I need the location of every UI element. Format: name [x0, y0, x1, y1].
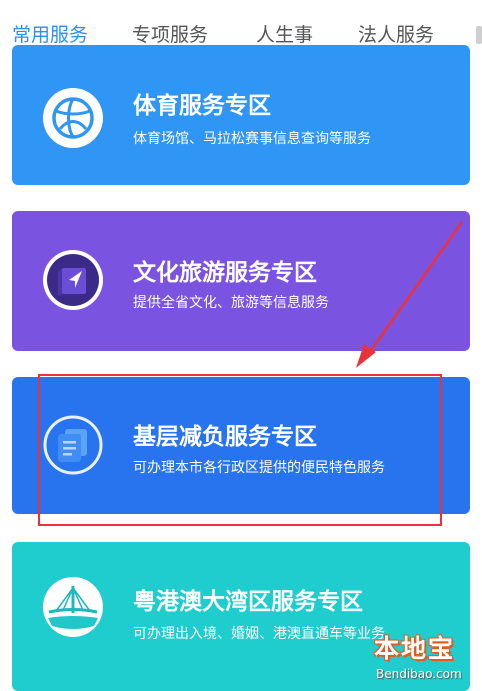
annotation-highlight-box	[38, 374, 442, 526]
service-card-sports[interactable]: 体育服务专区 体育场馆、马拉松赛事信息查询等服务	[12, 45, 470, 185]
basketball-icon	[42, 87, 104, 149]
watermark-logo: 本地宝	[374, 634, 456, 663]
watermark: 本地宝 Bendibao.com	[366, 629, 478, 689]
card-description: 体育场馆、马拉松赛事信息查询等服务	[133, 131, 371, 147]
service-card-culture-tourism[interactable]: 文化旅游服务专区 提供全省文化、旅游等信息服务	[12, 211, 470, 351]
card-title: 文化旅游服务专区	[133, 260, 317, 286]
card-title: 体育服务专区	[133, 93, 271, 119]
watermark-url: Bendibao.com	[376, 667, 462, 681]
bridge-icon	[42, 576, 104, 638]
tab-overflow-hint	[476, 26, 482, 44]
card-description: 提供全省文化、旅游等信息服务	[133, 295, 329, 311]
card-title: 粤港澳大湾区服务专区	[133, 589, 363, 615]
card-description: 可办理出入境、婚姻、港澳直通车等业务	[133, 626, 385, 642]
navigation-map-icon	[42, 249, 104, 311]
